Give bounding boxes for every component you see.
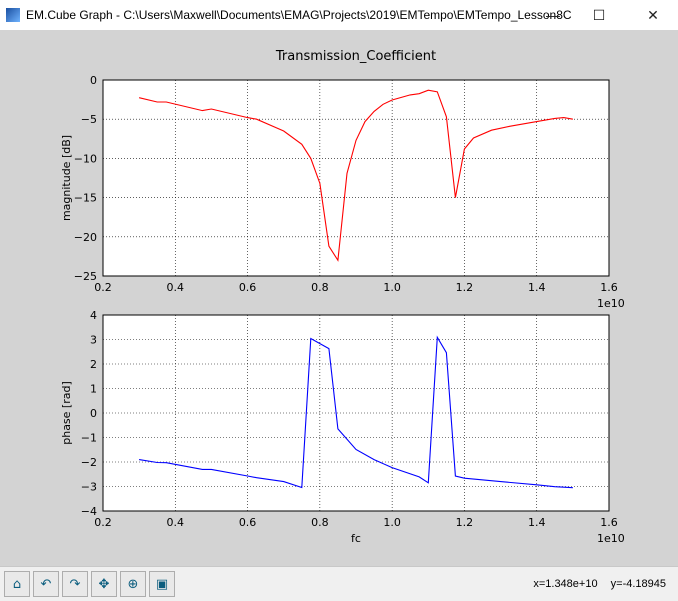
maximize-button[interactable]: ☐ bbox=[576, 0, 622, 30]
y-tick-label: 4 bbox=[90, 309, 97, 322]
cursor-readout: x=1.348e+10 y=-4.18945 bbox=[523, 578, 666, 590]
y-tick-label: −2 bbox=[81, 456, 97, 469]
x-offset-label: 1e10 bbox=[597, 297, 625, 310]
forward-button[interactable]: ↷ bbox=[62, 571, 88, 597]
x-tick-label: 0.8 bbox=[311, 281, 329, 294]
pan-icon: ✥ bbox=[99, 577, 110, 592]
figure-svg: 0.20.40.60.81.01.21.41.60−5−10−15−20−251… bbox=[0, 30, 678, 566]
y-tick-label: 0 bbox=[90, 407, 97, 420]
y-tick-label: −15 bbox=[74, 192, 97, 205]
plot-area-0 bbox=[103, 80, 609, 276]
title-bar: EM.Cube Graph - C:\Users\Maxwell\Documen… bbox=[0, 0, 678, 30]
y-tick-label: −20 bbox=[74, 231, 97, 244]
y-tick-label: 1 bbox=[90, 383, 97, 396]
y-tick-label: 0 bbox=[90, 74, 97, 87]
back-icon: ↶ bbox=[41, 577, 52, 592]
save-icon: ▣ bbox=[156, 577, 168, 592]
close-button[interactable]: ✕ bbox=[630, 0, 676, 30]
zoom-button[interactable]: ⊕ bbox=[120, 571, 146, 597]
home-button[interactable]: ⌂ bbox=[4, 571, 30, 597]
y-axis-label: magnitude [dB] bbox=[60, 135, 73, 221]
y-tick-label: −4 bbox=[81, 505, 97, 518]
x-readout: x=1.348e+10 bbox=[533, 578, 597, 590]
x-tick-label: 1.0 bbox=[383, 281, 401, 294]
figure-canvas[interactable]: 0.20.40.60.81.01.21.41.60−5−10−15−20−251… bbox=[0, 30, 678, 566]
x-tick-label: 1.6 bbox=[600, 516, 618, 529]
y-tick-label: −5 bbox=[81, 113, 97, 126]
y-tick-label: 3 bbox=[90, 334, 97, 347]
y-readout: y=-4.18945 bbox=[611, 578, 666, 590]
x-tick-label: 1.4 bbox=[528, 516, 546, 529]
y-tick-label: 2 bbox=[90, 358, 97, 371]
y-tick-label: −3 bbox=[81, 481, 97, 494]
x-tick-label: 0.6 bbox=[239, 516, 257, 529]
zoom-icon: ⊕ bbox=[128, 577, 139, 592]
pan-button[interactable]: ✥ bbox=[91, 571, 117, 597]
x-tick-label: 1.4 bbox=[528, 281, 546, 294]
x-tick-label: 0.6 bbox=[239, 281, 257, 294]
y-tick-label: −1 bbox=[81, 432, 97, 445]
chart-title: Transmission_Coefficient bbox=[275, 49, 436, 64]
x-tick-label: 1.0 bbox=[383, 516, 401, 529]
x-axis-label: fc bbox=[351, 532, 361, 545]
minimize-button[interactable]: — bbox=[530, 0, 576, 30]
y-tick-label: −10 bbox=[74, 152, 97, 165]
save-button[interactable]: ▣ bbox=[149, 571, 175, 597]
y-tick-label: −25 bbox=[74, 270, 97, 283]
y-axis-label: phase [rad] bbox=[60, 381, 73, 445]
navigation-toolbar: ⌂ ↶ ↷ ✥ ⊕ ▣ x=1.348e+10 y=-4.18945 bbox=[0, 566, 678, 601]
window-title: EM.Cube Graph - C:\Users\Maxwell\Documen… bbox=[26, 8, 572, 22]
home-icon: ⌂ bbox=[13, 577, 21, 592]
back-button[interactable]: ↶ bbox=[33, 571, 59, 597]
app-icon bbox=[6, 8, 20, 22]
x-tick-label: 0.4 bbox=[167, 281, 185, 294]
x-offset-label: 1e10 bbox=[597, 532, 625, 545]
x-tick-label: 0.4 bbox=[167, 516, 185, 529]
x-tick-label: 0.8 bbox=[311, 516, 329, 529]
forward-icon: ↷ bbox=[70, 577, 81, 592]
x-tick-label: 1.2 bbox=[456, 516, 474, 529]
x-tick-label: 1.2 bbox=[456, 281, 474, 294]
x-tick-label: 1.6 bbox=[600, 281, 618, 294]
